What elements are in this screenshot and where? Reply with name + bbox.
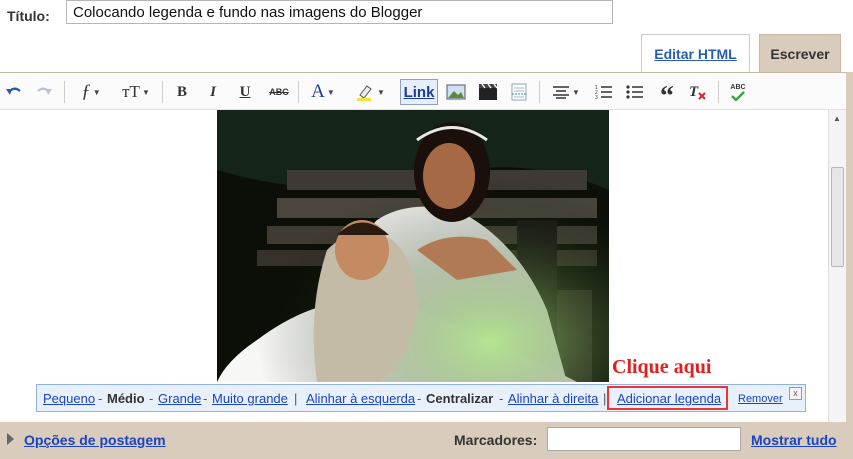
numbered-list-icon[interactable]: 123 [593, 79, 615, 105]
bullet-list-icon[interactable] [624, 79, 646, 105]
toolbar-separator [718, 81, 719, 103]
italic-button[interactable]: I [203, 79, 223, 105]
toolbar-separator [162, 81, 163, 103]
add-caption-link[interactable]: Adicionar legenda [617, 391, 721, 406]
link-button[interactable]: Link [400, 79, 438, 105]
highlighter-icon [357, 85, 372, 101]
text-color-button[interactable]: A ▼ [306, 79, 340, 105]
align-button[interactable]: ▼ [547, 79, 585, 105]
separator-dash: - [149, 391, 154, 406]
annotation-callout: Clique aqui [612, 356, 712, 378]
highlight-color-button[interactable]: ▼ [350, 79, 390, 105]
scrollbar-thumb[interactable] [831, 167, 844, 267]
underline-button[interactable]: U [235, 79, 255, 105]
font-size-button[interactable]: тT ▼ [118, 79, 154, 105]
editor-toolbar: ƒ ▼ тT ▼ B I U ABC A ▼ ▼ Link ▼ 123 “ T ABC [0, 72, 846, 111]
remove-formatting-icon[interactable]: T [686, 79, 710, 105]
separator-dash: - [499, 391, 504, 406]
labels-input[interactable] [547, 427, 741, 451]
tab-write[interactable]: Escrever [759, 34, 841, 72]
size-medium-current: Médio [107, 391, 145, 406]
size-small-link[interactable]: Pequeno [43, 391, 95, 406]
toolbar-separator [298, 81, 299, 103]
labels-label: Marcadores: [454, 432, 538, 448]
expand-arrow-icon[interactable] [7, 433, 14, 445]
align-center-icon [553, 86, 570, 99]
post-image[interactable] [217, 110, 609, 382]
separator-pipe: | [603, 391, 607, 406]
jump-break-icon[interactable] [507, 79, 531, 105]
spellcheck-label: ABC [730, 83, 746, 91]
separator-dash: - [203, 391, 208, 406]
align-left-link[interactable]: Alinhar à esquerda [306, 391, 415, 406]
align-right-link[interactable]: Alinhar à direita [508, 391, 598, 406]
font-family-button[interactable]: ƒ ▼ [74, 79, 108, 105]
close-icon[interactable]: x [789, 387, 802, 400]
post-options-link[interactable]: Opções de postagem [24, 432, 166, 448]
show-all-link[interactable]: Mostrar tudo [751, 432, 837, 448]
title-label: Título: [7, 8, 50, 24]
align-center-current: Centralizar [426, 391, 494, 406]
bottom-bar: Opções de postagem Marcadores: Mostrar t… [0, 422, 853, 459]
spellcheck-icon[interactable]: ABC [726, 79, 750, 105]
title-input[interactable] [66, 0, 613, 24]
separator-dash: - [98, 391, 103, 406]
svg-text:3: 3 [595, 95, 598, 100]
separator-dash: - [417, 391, 422, 406]
undo-icon[interactable] [4, 79, 24, 105]
strikethrough-button[interactable]: ABC [266, 79, 292, 105]
quote-icon[interactable]: “ [656, 79, 678, 111]
svg-text:T: T [689, 84, 699, 100]
toolbar-separator [64, 81, 65, 103]
remove-image-link[interactable]: Remover [738, 393, 783, 405]
size-xlarge-link[interactable]: Muito grande [212, 391, 288, 406]
tab-edit-html[interactable]: Editar HTML [641, 34, 750, 72]
separator-pipe: | [294, 391, 298, 406]
video-icon[interactable] [476, 79, 500, 105]
toolbar-separator [539, 81, 540, 103]
scroll-up-icon[interactable]: ▲ [833, 114, 841, 123]
image-options-bar: Pequeno - Médio - Grande - Muito grande … [36, 384, 806, 412]
bold-button[interactable]: B [172, 79, 192, 105]
image-icon[interactable] [444, 79, 468, 105]
size-large-link[interactable]: Grande [158, 391, 201, 406]
redo-icon[interactable] [34, 79, 54, 105]
title-row: Título: [0, 0, 853, 32]
vertical-scrollbar[interactable]: ▲ [828, 110, 846, 422]
